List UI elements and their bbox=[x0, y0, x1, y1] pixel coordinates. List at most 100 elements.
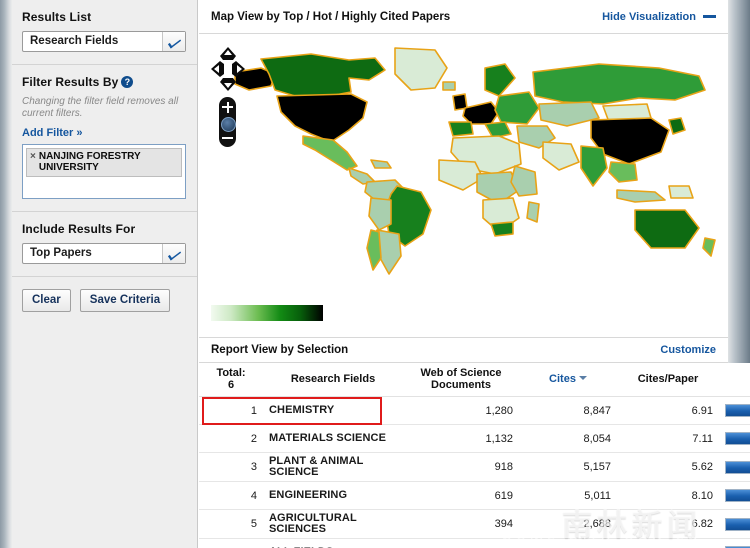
cell-rank: 4 bbox=[199, 481, 263, 510]
minus-icon[interactable] bbox=[222, 137, 233, 139]
filter-chip[interactable]: × NANJING FORESTRY UNIVERSITY bbox=[26, 148, 182, 177]
include-results-select[interactable]: Top Papers bbox=[22, 243, 186, 264]
four-way-pan-icon[interactable] bbox=[211, 47, 245, 93]
map-country-new-zealand bbox=[702, 237, 716, 257]
map-country-iceland bbox=[442, 81, 456, 91]
map-country-japan bbox=[668, 117, 686, 135]
include-results-panel: Include Results For Top Papers bbox=[12, 212, 197, 277]
zoom-slider[interactable] bbox=[219, 97, 236, 147]
top-papers-bar: 7 bbox=[725, 460, 750, 474]
map-color-legend bbox=[211, 305, 323, 321]
cell-research-field[interactable]: ALL FIELDS bbox=[263, 538, 403, 548]
map-country-mexico bbox=[302, 135, 358, 171]
map-navigation-controls[interactable] bbox=[211, 47, 245, 147]
cell-rank: 5 bbox=[199, 509, 263, 539]
map-country-greenland bbox=[394, 47, 448, 91]
report-header: Report View by Selection Customize bbox=[199, 337, 728, 363]
filter-chip-list[interactable]: × NANJING FORESTRY UNIVERSITY bbox=[22, 144, 186, 199]
col-cites-label[interactable]: Cites bbox=[549, 373, 576, 385]
app-root: Results List Research Fields Filter Resu… bbox=[0, 0, 750, 548]
cell-cites: 44,959 bbox=[519, 538, 617, 548]
report-table-body: 1CHEMISTRY1,2808,8476.91 13 2MATERIALS SCI… bbox=[199, 396, 750, 548]
col-total: Total: 6 bbox=[199, 363, 263, 397]
map-country-peru bbox=[368, 197, 392, 231]
cell-documents: 394 bbox=[403, 509, 519, 539]
cell-cites-per-paper: 6.91 bbox=[617, 396, 719, 425]
chevron-down-icon[interactable] bbox=[162, 244, 185, 263]
cell-top-papers: 3 bbox=[719, 509, 750, 539]
close-icon[interactable]: × bbox=[30, 151, 36, 162]
cell-documents: 6,415 bbox=[403, 538, 519, 548]
col-top-papers[interactable]: Top Papers bbox=[719, 363, 750, 397]
world-map-visualization[interactable] bbox=[199, 34, 728, 337]
cell-rank: 3 bbox=[199, 452, 263, 482]
col-research-fields[interactable]: Research Fields bbox=[263, 363, 403, 397]
cell-research-field[interactable]: PLANT & ANIMAL SCIENCE bbox=[263, 452, 403, 482]
filter-results-label: Filter Results By bbox=[22, 75, 119, 89]
hide-visualization-button[interactable]: Hide Visualization bbox=[602, 11, 716, 23]
cell-documents: 619 bbox=[403, 481, 519, 510]
table-row[interactable]: 4ENGINEERING6195,0118.10 15 bbox=[199, 481, 750, 510]
report-header-row: Total: 6 Research Fields Web of Science … bbox=[199, 363, 750, 397]
zoom-slider-knob[interactable] bbox=[221, 117, 236, 132]
cell-research-field[interactable]: ENGINEERING bbox=[263, 481, 403, 510]
add-filter-link[interactable]: Add Filter » bbox=[22, 127, 83, 139]
top-papers-bar: 15 bbox=[725, 489, 750, 502]
report-table: Total: 6 Research Fields Web of Science … bbox=[199, 363, 750, 548]
map-country-eastern-europe bbox=[494, 91, 540, 125]
table-row[interactable]: 5AGRICULTURAL SCIENCES3942,6886.82 3 bbox=[199, 509, 750, 539]
report-title: Report View by Selection bbox=[211, 344, 349, 356]
top-papers-bar-fill bbox=[726, 461, 750, 473]
map-country-iberia bbox=[448, 121, 474, 137]
map-country-madagascar bbox=[526, 201, 540, 223]
cell-research-field[interactable]: CHEMISTRY bbox=[263, 396, 403, 425]
save-criteria-button[interactable]: Save Criteria bbox=[79, 289, 171, 312]
sidebar-action-buttons: Clear Save Criteria bbox=[12, 277, 197, 322]
minus-icon bbox=[703, 15, 716, 18]
cell-cites: 8,847 bbox=[519, 396, 617, 425]
results-list-select[interactable]: Research Fields bbox=[22, 31, 186, 52]
top-papers-bar: 14 bbox=[725, 432, 750, 445]
left-sidebar: Results List Research Fields Filter Resu… bbox=[12, 0, 198, 548]
cell-rank: 1 bbox=[199, 396, 263, 425]
question-mark-icon[interactable]: ? bbox=[121, 76, 134, 88]
cell-top-papers: 13 bbox=[719, 396, 750, 425]
map-country-canada bbox=[260, 53, 386, 99]
results-list-title: Results List bbox=[22, 10, 92, 24]
chevron-down-icon[interactable] bbox=[162, 32, 185, 51]
table-row[interactable]: 2MATERIALS SCIENCE1,1328,0547.11 14 bbox=[199, 424, 750, 453]
map-country-south-africa bbox=[490, 221, 514, 237]
cell-cites: 8,054 bbox=[519, 424, 617, 453]
cell-cites-per-paper: 7.11 bbox=[617, 424, 719, 453]
customize-link[interactable]: Customize bbox=[660, 344, 716, 356]
col-wos-documents[interactable]: Web of Science Documents bbox=[403, 363, 519, 397]
clear-button[interactable]: Clear bbox=[22, 289, 71, 312]
table-row[interactable]: 0ALL FIELDS6,41544,9597.0149 bbox=[199, 538, 750, 548]
cell-research-field[interactable]: MATERIALS SCIENCE bbox=[263, 424, 403, 453]
cell-documents: 1,132 bbox=[403, 424, 519, 453]
cell-top-papers: 7 bbox=[719, 452, 750, 482]
top-papers-bar-fill bbox=[726, 405, 750, 416]
filter-note: Changing the filter field removes all cu… bbox=[22, 96, 179, 119]
results-list-panel: Results List Research Fields bbox=[12, 0, 197, 65]
sort-descending-icon[interactable] bbox=[578, 376, 587, 380]
map-country-chile bbox=[366, 229, 382, 271]
map-country-india bbox=[580, 145, 608, 187]
top-papers-bar: 13 bbox=[725, 404, 750, 417]
cell-top-papers: 14 bbox=[719, 424, 750, 453]
top-papers-bar-fill bbox=[726, 490, 750, 501]
table-row[interactable]: 1CHEMISTRY1,2808,8476.91 13 bbox=[199, 396, 750, 425]
filter-results-panel: Filter Results By? Changing the filter f… bbox=[12, 65, 197, 212]
top-papers-bar: 3 bbox=[725, 517, 750, 531]
map-country-philippines bbox=[668, 185, 694, 199]
col-cites-per-paper[interactable]: Cites/Paper bbox=[617, 363, 719, 397]
cell-documents: 918 bbox=[403, 452, 519, 482]
hide-visualization-label[interactable]: Hide Visualization bbox=[602, 11, 696, 23]
map-country-scandinavia bbox=[484, 63, 516, 97]
col-cites[interactable]: Cites bbox=[519, 363, 617, 397]
table-row[interactable]: 3PLANT & ANIMAL SCIENCE9185,1575.62 7 bbox=[199, 452, 750, 482]
world-map-svg[interactable] bbox=[199, 34, 728, 337]
cell-research-field[interactable]: AGRICULTURAL SCIENCES bbox=[263, 509, 403, 539]
plus-icon[interactable] bbox=[222, 101, 233, 113]
map-country-southeast-asia bbox=[608, 161, 638, 183]
